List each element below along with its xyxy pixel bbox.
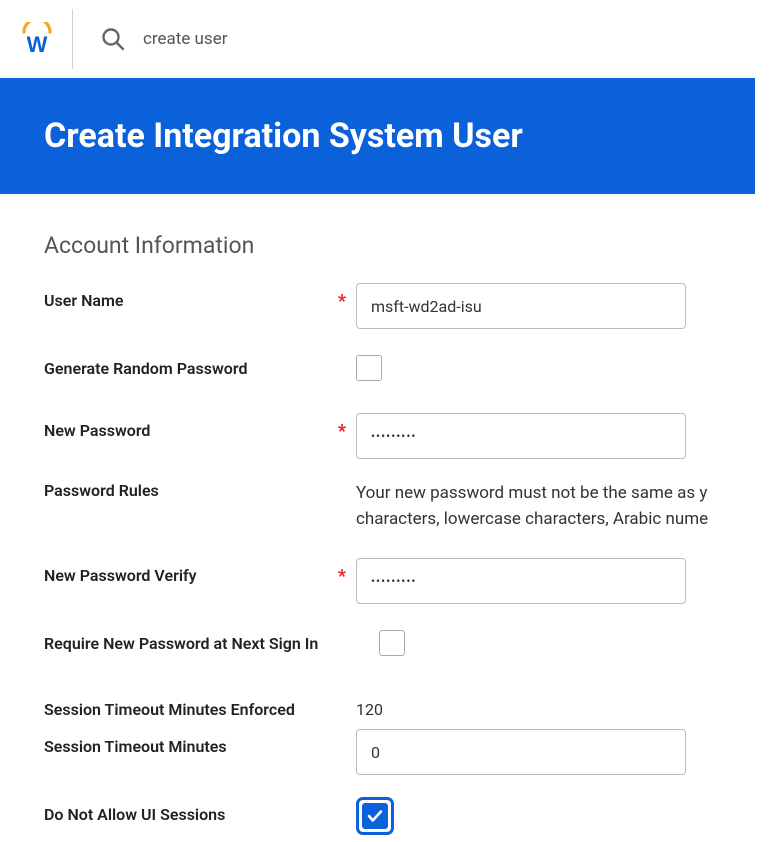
row-password-rules: Password Rules Your new password must no… <box>44 481 733 532</box>
new-password-input[interactable] <box>356 413 686 459</box>
password-rules-text-line1: Your new password must not be the same a… <box>356 481 733 507</box>
section-title: Account Information <box>44 232 733 259</box>
row-user-name: User Name * <box>44 283 733 329</box>
logo-container: W <box>20 9 73 69</box>
new-password-verify-input[interactable] <box>356 558 686 604</box>
label-new-password: New Password * <box>44 413 356 440</box>
search-input[interactable] <box>143 29 443 49</box>
require-new-password-checkbox[interactable] <box>379 630 405 656</box>
label-new-password-verify: New Password Verify * <box>44 558 356 585</box>
svg-text:W: W <box>27 32 48 56</box>
content-area: Account Information User Name * Generate… <box>0 194 777 835</box>
session-timeout-enforced-value: 120 <box>356 700 733 719</box>
row-session-timeout-minutes: Session Timeout Minutes <box>44 729 733 775</box>
row-new-password: New Password * <box>44 413 733 459</box>
label-password-rules: Password Rules <box>44 481 356 500</box>
row-require-new-password: Require New Password at Next Sign In <box>44 626 733 660</box>
page-title: Create Integration System User <box>44 116 711 156</box>
label-session-timeout-enforced: Session Timeout Minutes Enforced <box>44 700 356 719</box>
label-generate-random-password: Generate Random Password <box>44 351 356 378</box>
password-rules-text-line2: characters, lowercase characters, Arabic… <box>356 507 733 533</box>
session-timeout-minutes-input[interactable] <box>356 729 686 775</box>
row-generate-random-password: Generate Random Password <box>44 351 733 385</box>
required-asterisk: * <box>338 421 346 442</box>
checkmark-icon <box>366 807 384 825</box>
search-icon <box>101 27 125 51</box>
row-do-not-allow-ui: Do Not Allow UI Sessions <box>44 797 733 835</box>
label-require-new-password: Require New Password at Next Sign In <box>44 626 379 653</box>
generate-random-password-checkbox[interactable] <box>356 355 382 381</box>
row-session-timeout-enforced: Session Timeout Minutes Enforced 120 <box>44 700 733 719</box>
label-user-name: User Name * <box>44 283 356 310</box>
row-new-password-verify: New Password Verify * <box>44 558 733 604</box>
required-asterisk: * <box>338 291 346 312</box>
label-session-timeout-minutes: Session Timeout Minutes <box>44 729 356 756</box>
top-header: W <box>0 0 777 78</box>
workday-logo[interactable]: W <box>20 22 54 56</box>
required-asterisk: * <box>338 566 346 587</box>
page-banner: Create Integration System User <box>0 78 755 194</box>
user-name-input[interactable] <box>356 283 686 329</box>
do-not-allow-ui-checkbox[interactable] <box>356 797 394 835</box>
label-do-not-allow-ui: Do Not Allow UI Sessions <box>44 797 356 824</box>
search-container <box>101 27 443 51</box>
